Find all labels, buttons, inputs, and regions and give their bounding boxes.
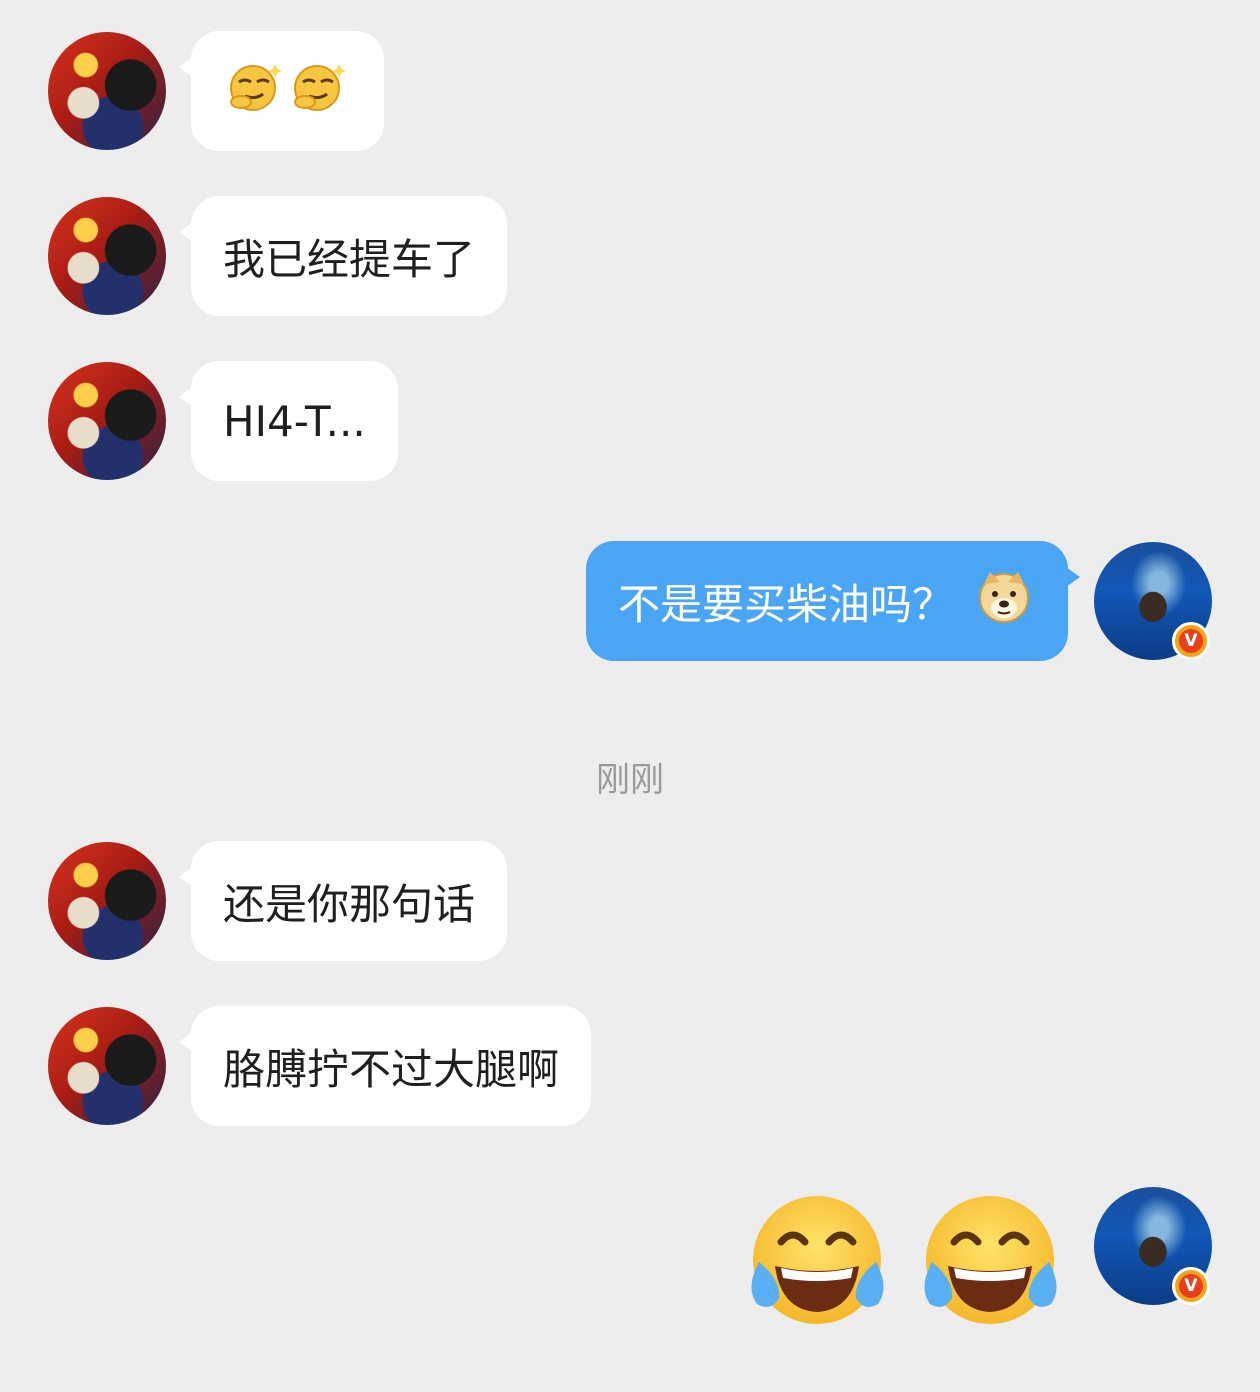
contact-avatar[interactable] [48, 197, 166, 315]
message-bubble-incoming[interactable] [179, 31, 384, 151]
message-bubble-outgoing[interactable]: 不是要买柴油吗？ [585, 541, 1081, 661]
my-avatar[interactable]: V [1094, 1187, 1212, 1305]
tears-of-joy-icon[interactable] [745, 1190, 890, 1334]
smirk-sparkle-icon [287, 58, 351, 124]
message-text: 不是要买柴油吗？ [617, 579, 954, 629]
message-bubble-incoming[interactable]: 我已经提车了 [178, 196, 508, 316]
message-text: 胳膊拧不过大腿啊 [223, 1044, 560, 1094]
message-bubble-incoming[interactable]: 还是你那句话 [178, 841, 508, 961]
message-bubble-incoming[interactable]: 胳膊拧不过大腿啊 [178, 1006, 592, 1126]
tears-of-joy-icon[interactable] [918, 1190, 1063, 1334]
smirk-sparkle-icon [223, 58, 287, 124]
contact-avatar[interactable] [48, 32, 166, 150]
message-text: 我已经提车了 [223, 234, 476, 284]
message-text: 还是你那句话 [223, 879, 476, 929]
doge-icon [976, 568, 1032, 634]
contact-avatar[interactable] [48, 842, 166, 960]
message-text: HI4-T... [223, 396, 366, 446]
message-bubble-incoming[interactable]: HI4-T... [179, 361, 398, 481]
contact-avatar[interactable] [48, 362, 166, 480]
verified-badge-icon: V [1172, 1267, 1210, 1305]
timestamp-label: 刚刚 [596, 760, 664, 800]
my-avatar[interactable]: V [1094, 542, 1212, 660]
contact-avatar[interactable] [48, 1007, 166, 1125]
verified-badge-icon: V [1172, 622, 1210, 660]
